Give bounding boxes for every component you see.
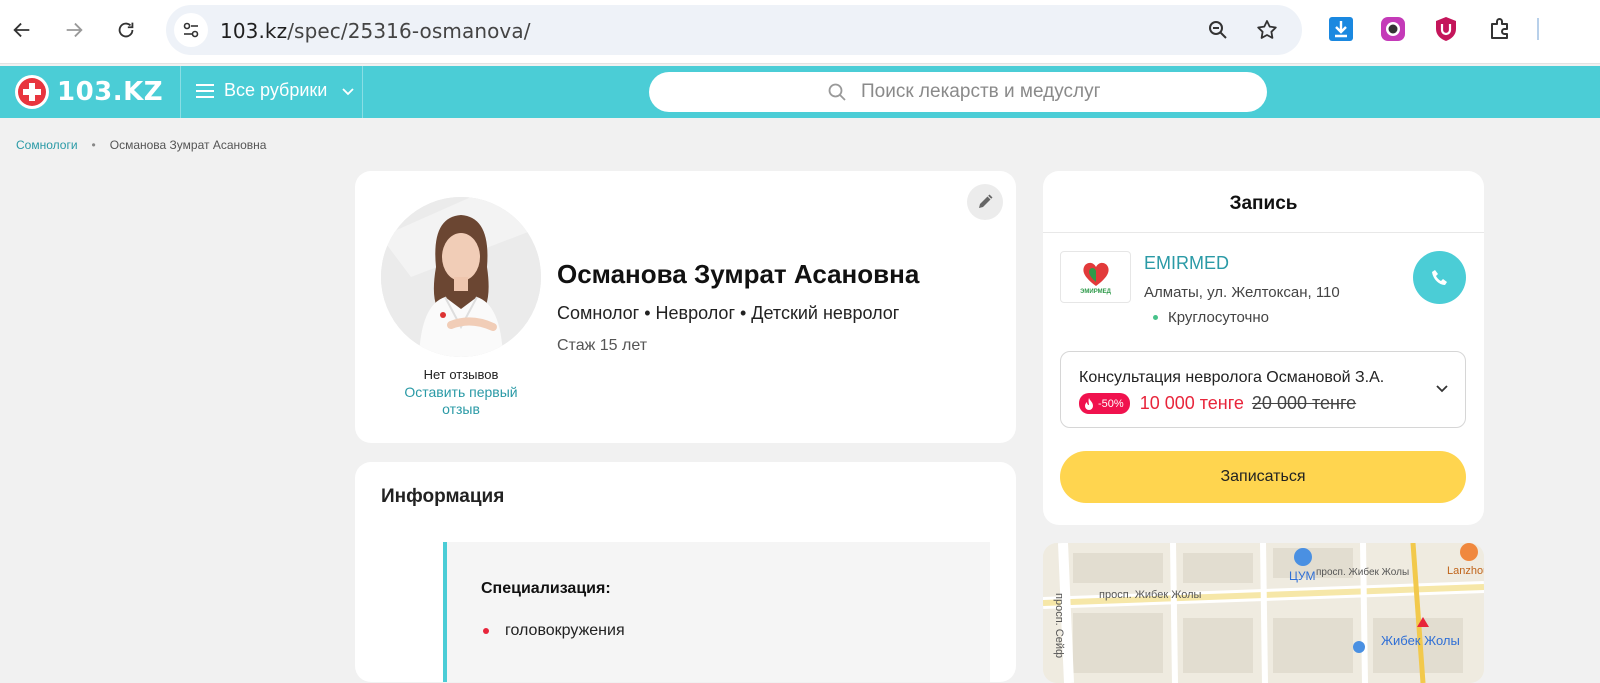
doctor-name: Османова Зумрат Асановна	[557, 259, 920, 289]
map-label: ЦУМ	[1289, 569, 1316, 583]
map-label: Жибек Жолы	[1381, 633, 1460, 648]
clinic-address: Алматы, ул. Желтоксан, 110	[1144, 284, 1340, 301]
bullet-icon	[483, 628, 489, 634]
book-button[interactable]: Записаться	[1060, 451, 1466, 503]
address-bar[interactable]: 103.kz/spec/25316-osmanova/	[166, 5, 1302, 55]
phone-icon	[1431, 269, 1447, 285]
back-button[interactable]	[4, 12, 40, 48]
chevron-down-icon	[342, 87, 354, 95]
search-placeholder: Поиск лекарств и медуслуг	[861, 81, 1101, 102]
info-card: Информация Специализация: головокружения	[355, 462, 1016, 682]
clinic-logo[interactable]: ЭМИРМЕД	[1060, 251, 1131, 303]
status-dot-icon	[1153, 315, 1158, 320]
toolbar-divider	[1537, 18, 1539, 40]
info-title: Информация	[381, 486, 505, 507]
map-label: просп. Сейф	[1053, 593, 1065, 659]
doctor-experience: Стаж 15 лет	[557, 337, 648, 354]
doctor-profile-card: Нет отзывов Оставить первый отзыв Османо…	[355, 171, 1016, 443]
divider	[1043, 232, 1484, 233]
map-label: просп. Жибек Жолы	[1316, 567, 1410, 578]
browser-toolbar: 103.kz/spec/25316-osmanova/	[0, 0, 1600, 64]
url-text[interactable]: 103.kz/spec/25316-osmanova/	[220, 19, 531, 43]
rubrics-menu-button[interactable]: Все рубрики	[196, 80, 355, 101]
url-host: 103.kz	[220, 19, 288, 43]
star-icon[interactable]	[1255, 18, 1279, 42]
leave-review-link[interactable]: Оставить первый отзыв	[393, 384, 529, 418]
clinic-hours-text: Круглосуточно	[1168, 309, 1269, 326]
puzzle-icon[interactable]	[1486, 15, 1514, 43]
arrow-left-icon	[13, 22, 30, 38]
map-label: просп. Жибек Жолы	[1099, 589, 1202, 601]
price-old: 20 000 тенге	[1251, 393, 1357, 413]
cross-logo-icon	[15, 75, 49, 109]
service-select[interactable]: Консультация невролога Османовой З.А. -5…	[1060, 351, 1466, 428]
flame-icon	[1085, 397, 1093, 410]
clinic-hours: Круглосуточно	[1153, 309, 1269, 326]
clinic-name-link[interactable]: EMIRMED	[1144, 253, 1229, 274]
menu-icon	[196, 83, 214, 98]
header-divider	[362, 66, 363, 118]
site-header: 103.KZ Все рубрики Поиск лекарств и меду…	[0, 66, 1600, 118]
search-icon	[828, 83, 846, 101]
map-label: Lanzhou	[1447, 565, 1484, 577]
tune-icon	[183, 22, 199, 38]
arrow-right-icon	[66, 22, 83, 38]
site-logo[interactable]: 103.KZ	[15, 74, 163, 110]
header-divider	[180, 66, 181, 118]
camera-extension-icon[interactable]	[1379, 15, 1407, 43]
list-item: головокружения	[483, 622, 625, 640]
breadcrumb-parent-link[interactable]: Сомнологи	[16, 138, 78, 152]
specialization-label: Специализация:	[481, 580, 611, 597]
forward-button[interactable]	[56, 12, 92, 48]
breadcrumb-separator: •	[91, 138, 96, 152]
download-extension-icon[interactable]	[1327, 15, 1355, 43]
url-path: /spec/25316-osmanova/	[287, 19, 531, 43]
zoom-icon[interactable]	[1206, 18, 1230, 42]
search-input[interactable]: Поиск лекарств и медуслуг	[649, 72, 1267, 112]
breadcrumb: Сомнологи • Османова Зумрат Асановна	[16, 138, 266, 152]
call-button[interactable]	[1413, 251, 1466, 304]
pencil-icon	[979, 194, 993, 208]
appointment-card: Запись ЭМИРМЕД EMIRMED Алматы, ул. Желто…	[1043, 171, 1484, 525]
rubrics-label: Все рубрики	[224, 80, 328, 100]
discount-badge: -50%	[1079, 393, 1130, 414]
doctor-specialties: Сомнолог • Невролог • Детский невролог	[557, 303, 900, 323]
doctor-avatar	[381, 197, 541, 357]
price-new: 10 000 тенге	[1139, 393, 1244, 413]
no-reviews-text: Нет отзывов	[423, 367, 499, 382]
appointment-title: Запись	[1229, 193, 1298, 214]
heart-logo-icon	[1082, 262, 1109, 286]
clinic-logo-text: ЭМИРМЕД	[1080, 288, 1111, 295]
map-canvas	[1043, 543, 1484, 683]
site-info-button[interactable]	[174, 13, 208, 47]
service-name: Консультация невролога Османовой З.А.	[1079, 369, 1385, 386]
discount-text: -50%	[1098, 397, 1124, 410]
reload-button[interactable]	[108, 12, 144, 48]
reload-icon	[118, 22, 134, 38]
map[interactable]: ЦУМ просп. Жибек Жолы просп. Жибек Жолы …	[1043, 543, 1484, 683]
logo-text: 103.KZ	[57, 77, 164, 107]
service-prices: -50% 10 000 тенге 20 000 тенге	[1079, 393, 1356, 414]
specialization-box: Специализация: головокружения	[443, 542, 990, 682]
edit-button[interactable]	[967, 184, 1003, 220]
chevron-down-icon	[1436, 385, 1448, 393]
specialization-item: головокружения	[505, 622, 625, 639]
breadcrumb-current: Османова Зумрат Асановна	[109, 138, 267, 152]
shield-extension-icon[interactable]	[1432, 15, 1460, 43]
